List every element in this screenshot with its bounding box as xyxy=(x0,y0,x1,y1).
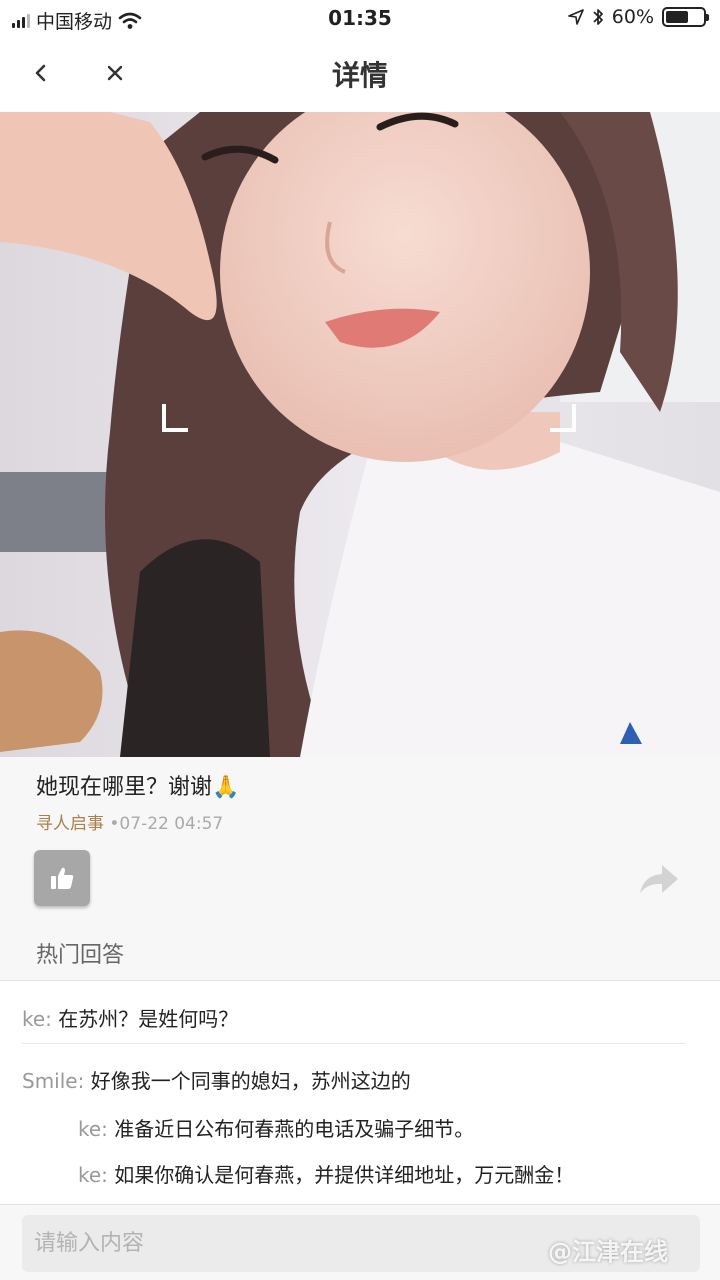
location-arrow-icon xyxy=(567,9,584,25)
share-arrow-icon[interactable] xyxy=(638,861,680,897)
reply-text: 如果你确认是何春燕，并提供详细地址，万元酬金！ xyxy=(114,1163,575,1187)
post-category[interactable]: 寻人启事 xyxy=(36,814,104,834)
comment-bar xyxy=(0,1204,720,1280)
post-date: •07-22 04:57 xyxy=(109,814,224,834)
reply-author: ke: xyxy=(78,1117,108,1141)
post-info: 她现在哪里？谢谢🙏 寻人启事 •07-22 04:57 热门回答 xyxy=(0,757,720,980)
reply-item[interactable]: ke: 准备近日公布何春燕的电话及骗子细节。 xyxy=(78,1113,474,1142)
answer-author: ke: xyxy=(22,1007,52,1031)
status-right: 60% xyxy=(567,6,709,28)
post-meta: 寻人启事 •07-22 04:57 xyxy=(36,809,223,834)
status-bar: 中国移动 01:35 60% xyxy=(0,0,720,36)
answers-list: ke: 在苏州？是姓何吗？ Smile: 好像我一个同事的媳妇，苏州这边的 ke… xyxy=(0,980,720,1204)
reply-item[interactable]: ke: 如果你确认是何春燕，并提供详细地址，万元酬金！ xyxy=(78,1159,574,1188)
comment-input[interactable] xyxy=(22,1215,700,1272)
answer-item[interactable]: Smile: 好像我一个同事的媳妇，苏州这边的 xyxy=(22,1065,411,1094)
answer-author: Smile: xyxy=(22,1069,85,1093)
post-photo[interactable] xyxy=(0,112,720,757)
answer-item[interactable]: ke: 在苏州？是姓何吗？ xyxy=(22,1003,238,1032)
bluetooth-icon xyxy=(593,9,603,25)
portrait-illustration xyxy=(0,112,720,757)
post-question: 她现在哪里？谢谢🙏 xyxy=(36,775,240,800)
hot-answers-heading: 热门回答 xyxy=(36,943,125,968)
answer-divider xyxy=(22,1043,686,1044)
nav-bar: 详情 xyxy=(0,36,720,112)
battery-fill xyxy=(666,11,688,23)
answer-text: 在苏州？是姓何吗？ xyxy=(58,1007,239,1031)
battery-percent: 60% xyxy=(611,6,654,28)
battery-icon xyxy=(662,7,709,27)
like-button[interactable] xyxy=(34,850,90,906)
reply-author: ke: xyxy=(78,1163,108,1187)
thumbs-up-icon xyxy=(51,867,74,889)
page-title: 详情 xyxy=(331,59,388,92)
answer-text: 好像我一个同事的媳妇，苏州这边的 xyxy=(90,1069,411,1093)
reply-text: 准备近日公布何春燕的电话及骗子细节。 xyxy=(114,1117,475,1141)
